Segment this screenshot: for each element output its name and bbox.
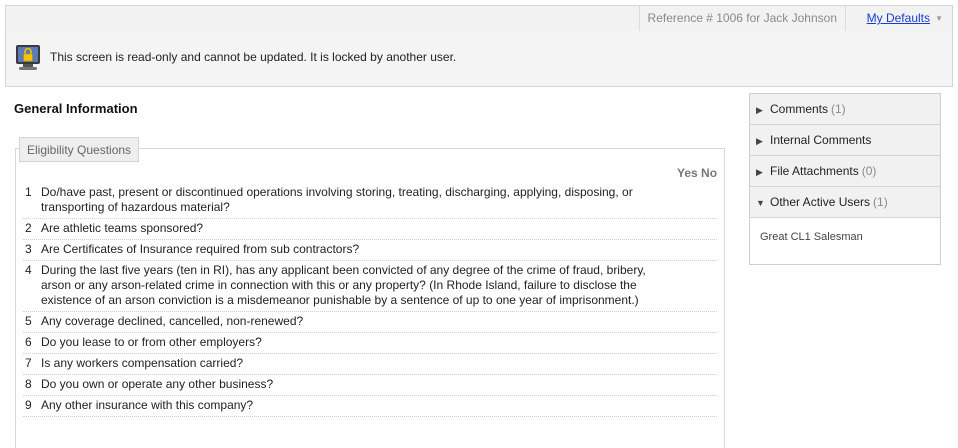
chevron-down-icon[interactable]: ▼ <box>935 6 943 31</box>
question-number: 6 <box>25 335 32 349</box>
comments-count: (1) <box>831 102 846 116</box>
chevron-right-icon: ▶ <box>756 136 763 146</box>
chevron-down-icon: ▼ <box>756 198 765 208</box>
question-row: 1 Do/have past, present or discontinued … <box>23 183 717 219</box>
internal-comments-label: Internal Comments <box>770 133 872 147</box>
question-list: 1 Do/have past, present or discontinued … <box>23 183 717 417</box>
chevron-right-icon: ▶ <box>756 167 763 177</box>
question-text: Are athletic teams sponsored? <box>41 221 204 235</box>
question-row: 3 Are Certificates of Insurance required… <box>23 240 717 261</box>
my-defaults-link[interactable]: My Defaults <box>867 6 930 31</box>
question-row: 5 Any coverage declined, cancelled, non-… <box>23 312 717 333</box>
question-row: 2 Are athletic teams sponsored? <box>23 219 717 240</box>
question-text: Do/have past, present or discontinued op… <box>41 185 633 214</box>
active-user-name: Great CL1 Salesman <box>760 231 863 243</box>
file-attachments-count: (0) <box>861 164 877 178</box>
eligibility-legend: Eligibility Questions <box>19 137 140 162</box>
chevron-right-icon: ▶ <box>756 105 763 115</box>
question-number: 8 <box>25 377 32 391</box>
yes-no-header: Yes No <box>677 166 718 180</box>
internal-comments-toggle[interactable]: ▶ Internal Comments <box>750 125 940 156</box>
question-row: 6 Do you lease to or from other employer… <box>23 333 717 354</box>
question-text: During the last five years (ten in RI), … <box>41 263 646 307</box>
side-panel: ▶ Comments (1) ▶ Internal Comments ▶ File At… <box>749 93 941 265</box>
question-text: Do you lease to or from other employers? <box>41 335 262 349</box>
file-attachments-label: File Attachments <box>770 164 859 178</box>
lock-message: This screen is read-only and cannot be u… <box>50 50 457 64</box>
question-number: 9 <box>25 398 32 412</box>
other-active-users-toggle[interactable]: ▼ Other Active Users (1) <box>750 187 940 218</box>
comments-toggle[interactable]: ▶ Comments (1) <box>750 94 940 125</box>
lock-monitor-icon <box>15 44 41 72</box>
file-attachments-toggle[interactable]: ▶ File Attachments (0) <box>750 156 940 187</box>
reference-label: Reference # 1006 for Jack Johnson <box>638 6 846 31</box>
page-title: General Information <box>14 101 138 116</box>
question-number: 4 <box>25 263 32 277</box>
question-number: 1 <box>25 185 32 199</box>
lock-notice-bar: This screen is read-only and cannot be u… <box>5 31 953 87</box>
question-text: Do you own or operate any other business… <box>41 377 274 391</box>
comments-label: Comments <box>770 102 829 116</box>
question-number: 7 <box>25 356 32 370</box>
question-text: Is any workers compensation carried? <box>41 356 244 370</box>
other-active-users-count: (1) <box>873 195 888 209</box>
question-number: 2 <box>25 221 32 235</box>
question-text: Any other insurance with this company? <box>41 398 254 412</box>
question-row: 8 Do you own or operate any other busine… <box>23 375 717 396</box>
question-text: Are Certificates of Insurance required f… <box>41 242 360 256</box>
question-row: 7 Is any workers compensation carried? <box>23 354 717 375</box>
top-bar: Reference # 1006 for Jack Johnson My Def… <box>5 5 953 32</box>
question-row: 4 During the last five years (ten in RI)… <box>23 261 717 312</box>
question-text: Any coverage declined, cancelled, non-re… <box>41 314 304 328</box>
question-number: 3 <box>25 242 32 256</box>
other-active-users-label: Other Active Users <box>770 195 871 209</box>
question-number: 5 <box>25 314 32 328</box>
question-row: 9 Any other insurance with this company? <box>23 396 717 417</box>
